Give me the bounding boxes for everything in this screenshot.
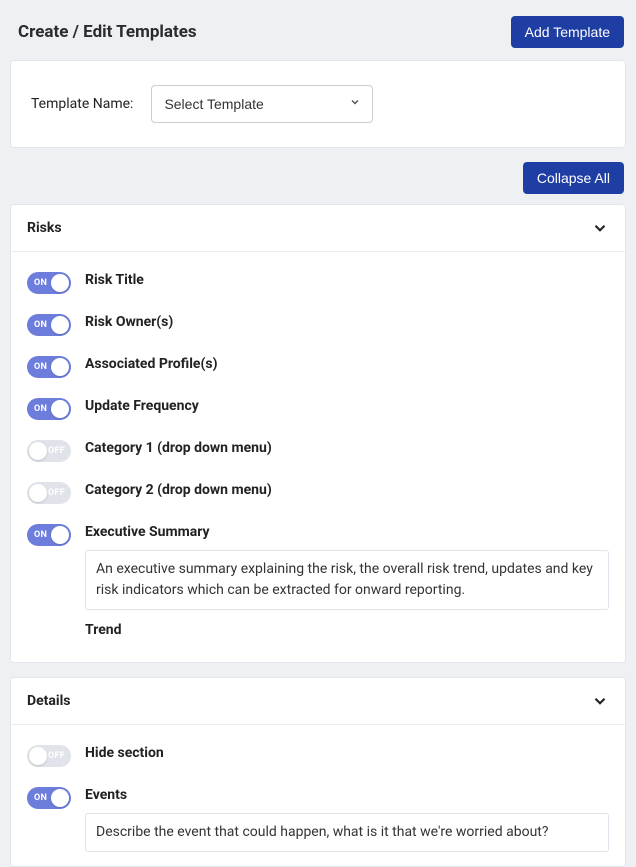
toggle-executive-summary[interactable]: ON [27, 524, 71, 546]
toggle-update-frequency[interactable]: ON [27, 398, 71, 420]
toggle-risk-title[interactable]: ON [27, 272, 71, 294]
chevron-down-icon [591, 219, 609, 237]
toggle-on-label: ON [34, 320, 47, 330]
collapse-all-button[interactable]: Collapse All [523, 162, 624, 194]
toggle-off-label: OFF [48, 751, 65, 761]
add-template-button[interactable]: Add Template [511, 16, 624, 48]
section-header-risks[interactable]: Risks [11, 205, 625, 251]
field-label: Risk Owner(s) [85, 314, 609, 330]
field-label: Associated Profile(s) [85, 356, 609, 372]
toggle-on-label: ON [34, 362, 47, 372]
toggle-events[interactable]: ON [27, 787, 71, 809]
section-title: Details [27, 693, 71, 709]
section-header-details[interactable]: Details [11, 678, 625, 724]
toggle-risk-owners[interactable]: ON [27, 314, 71, 336]
page-header: Create / Edit Templates Add Template [10, 10, 626, 60]
field-label: Events [85, 787, 609, 803]
field-label: Hide section [85, 745, 609, 761]
template-name-select[interactable]: Select Template [151, 85, 373, 123]
section-title: Risks [27, 220, 62, 236]
field-label: Category 2 (drop down menu) [85, 482, 609, 498]
toggle-on-label: ON [34, 404, 47, 414]
section-risks: Risks ON Risk Title ON [10, 204, 626, 663]
field-label: Update Frequency [85, 398, 609, 414]
toggle-category-2[interactable]: OFF [27, 482, 71, 504]
chevron-down-icon [591, 692, 609, 710]
toggle-associated-profiles[interactable]: ON [27, 356, 71, 378]
trend-label: Trend [85, 622, 609, 638]
executive-summary-description[interactable]: An executive summary explaining the risk… [85, 550, 609, 610]
section-details: Details OFF Hide section ON [10, 677, 626, 867]
field-label: Category 1 (drop down menu) [85, 440, 609, 456]
events-description[interactable]: Describe the event that could happen, wh… [85, 813, 609, 852]
toggle-off-label: OFF [48, 446, 65, 456]
toggle-category-1[interactable]: OFF [27, 440, 71, 462]
template-name-label: Template Name: [31, 96, 133, 112]
toggle-hide-section[interactable]: OFF [27, 745, 71, 767]
field-label: Risk Title [85, 272, 609, 288]
page-title: Create / Edit Templates [18, 22, 197, 42]
toggle-on-label: ON [34, 278, 47, 288]
toggle-on-label: ON [34, 793, 47, 803]
template-name-card: Template Name: Select Template [10, 60, 626, 148]
field-label: Executive Summary [85, 524, 609, 540]
toggle-off-label: OFF [48, 488, 65, 498]
toggle-on-label: ON [34, 530, 47, 540]
